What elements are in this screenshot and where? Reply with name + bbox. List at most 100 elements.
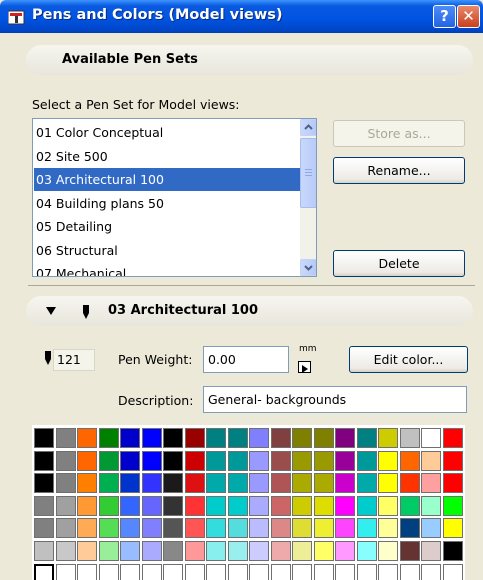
title-bar[interactable]: Pens and Colors (Model views) ? ✕ <box>0 0 483 33</box>
collapse-triangle-icon[interactable] <box>46 307 56 315</box>
color-swatch[interactable] <box>399 450 420 471</box>
color-swatch[interactable] <box>378 450 398 471</box>
color-swatch[interactable] <box>356 450 377 471</box>
color-swatch[interactable] <box>184 518 205 539</box>
color-swatch[interactable] <box>184 563 205 580</box>
color-swatch[interactable] <box>34 473 54 494</box>
color-swatch[interactable] <box>313 450 334 471</box>
color-swatch[interactable] <box>206 518 226 539</box>
color-swatch[interactable] <box>442 473 463 494</box>
color-swatch[interactable] <box>313 473 334 494</box>
color-swatch[interactable] <box>120 563 140 580</box>
color-swatch[interactable] <box>98 428 119 448</box>
color-swatch[interactable] <box>442 450 463 471</box>
color-swatch[interactable] <box>120 473 140 494</box>
color-swatch[interactable] <box>163 563 183 580</box>
color-swatch[interactable] <box>399 428 420 448</box>
color-swatch[interactable] <box>421 563 441 580</box>
color-swatch[interactable] <box>378 495 398 516</box>
color-swatch[interactable] <box>206 450 226 471</box>
color-swatch[interactable] <box>163 495 183 516</box>
color-swatch[interactable] <box>249 563 269 580</box>
help-button[interactable]: ? <box>433 5 456 28</box>
color-swatch[interactable] <box>356 518 377 539</box>
color-swatch[interactable] <box>163 428 183 448</box>
color-swatch[interactable] <box>227 450 248 471</box>
color-swatch[interactable] <box>249 518 269 539</box>
color-swatch[interactable] <box>98 563 119 580</box>
color-swatch[interactable] <box>313 428 334 448</box>
color-swatch[interactable] <box>249 473 269 494</box>
pen-set-list-item[interactable]: 03 Architectural 100 <box>34 168 300 191</box>
color-swatch[interactable] <box>292 563 312 580</box>
color-swatch[interactable] <box>270 563 291 580</box>
color-swatch[interactable] <box>206 473 226 494</box>
color-swatch[interactable] <box>206 495 226 516</box>
unit-dropdown-button[interactable] <box>298 361 311 373</box>
color-swatch[interactable] <box>399 563 420 580</box>
color-swatch[interactable] <box>249 541 269 561</box>
color-swatch[interactable] <box>421 450 441 471</box>
color-swatch[interactable] <box>399 495 420 516</box>
color-swatch[interactable] <box>206 563 226 580</box>
color-swatch[interactable] <box>55 450 76 471</box>
color-swatch[interactable] <box>141 563 162 580</box>
scroll-up-button[interactable] <box>300 119 316 136</box>
color-swatch[interactable] <box>184 541 205 561</box>
color-swatch[interactable] <box>249 495 269 516</box>
color-swatch[interactable] <box>356 563 377 580</box>
color-swatch[interactable] <box>356 473 377 494</box>
color-swatch[interactable] <box>163 541 183 561</box>
color-swatch[interactable] <box>292 518 312 539</box>
color-swatch[interactable] <box>34 450 54 471</box>
color-swatch[interactable] <box>356 495 377 516</box>
pen-set-list-item[interactable]: 05 Detailing <box>34 215 300 238</box>
pen-set-list-item[interactable]: 01 Color Conceptual <box>34 121 300 144</box>
color-swatch[interactable] <box>120 541 140 561</box>
color-swatch[interactable] <box>98 450 119 471</box>
color-swatch[interactable] <box>141 450 162 471</box>
color-swatch[interactable] <box>206 428 226 448</box>
color-swatch[interactable] <box>270 473 291 494</box>
color-swatch[interactable] <box>55 428 76 448</box>
color-swatch[interactable] <box>442 563 463 580</box>
color-swatch[interactable] <box>249 428 269 448</box>
rename-button[interactable]: Rename... <box>333 157 465 184</box>
pen-set-list-item[interactable]: 07 Mechanical <box>34 262 300 276</box>
color-swatch[interactable] <box>184 450 205 471</box>
color-swatch[interactable] <box>442 495 463 516</box>
color-swatch[interactable] <box>335 428 355 448</box>
delete-button[interactable]: Delete <box>333 250 465 277</box>
color-swatch[interactable] <box>120 518 140 539</box>
color-swatch[interactable] <box>227 495 248 516</box>
color-swatch[interactable] <box>141 473 162 494</box>
color-swatch[interactable] <box>442 541 463 561</box>
color-swatch[interactable] <box>313 563 334 580</box>
color-swatch[interactable] <box>313 541 334 561</box>
color-swatch[interactable] <box>356 428 377 448</box>
color-swatch[interactable] <box>270 541 291 561</box>
color-swatch[interactable] <box>163 450 183 471</box>
color-swatch[interactable] <box>421 518 441 539</box>
color-swatch[interactable] <box>120 495 140 516</box>
color-swatch[interactable] <box>120 428 140 448</box>
pen-set-list-item[interactable]: 06 Structural <box>34 239 300 262</box>
color-swatch[interactable] <box>227 541 248 561</box>
color-swatch[interactable] <box>227 563 248 580</box>
color-swatch[interactable] <box>34 541 54 561</box>
pen-weight-input[interactable]: 0.00 <box>203 346 289 373</box>
color-swatch[interactable] <box>55 518 76 539</box>
color-swatch[interactable] <box>184 495 205 516</box>
close-button[interactable]: ✕ <box>457 5 480 28</box>
color-swatch[interactable] <box>55 563 76 580</box>
color-swatch[interactable] <box>335 450 355 471</box>
color-swatch[interactable] <box>270 428 291 448</box>
color-swatch[interactable] <box>313 518 334 539</box>
color-swatch[interactable] <box>77 428 97 448</box>
color-swatch[interactable] <box>378 563 398 580</box>
color-swatch[interactable] <box>356 541 377 561</box>
listbox-scrollbar[interactable] <box>300 119 316 276</box>
color-swatch[interactable] <box>313 495 334 516</box>
color-swatch[interactable] <box>227 428 248 448</box>
color-swatch[interactable] <box>292 541 312 561</box>
